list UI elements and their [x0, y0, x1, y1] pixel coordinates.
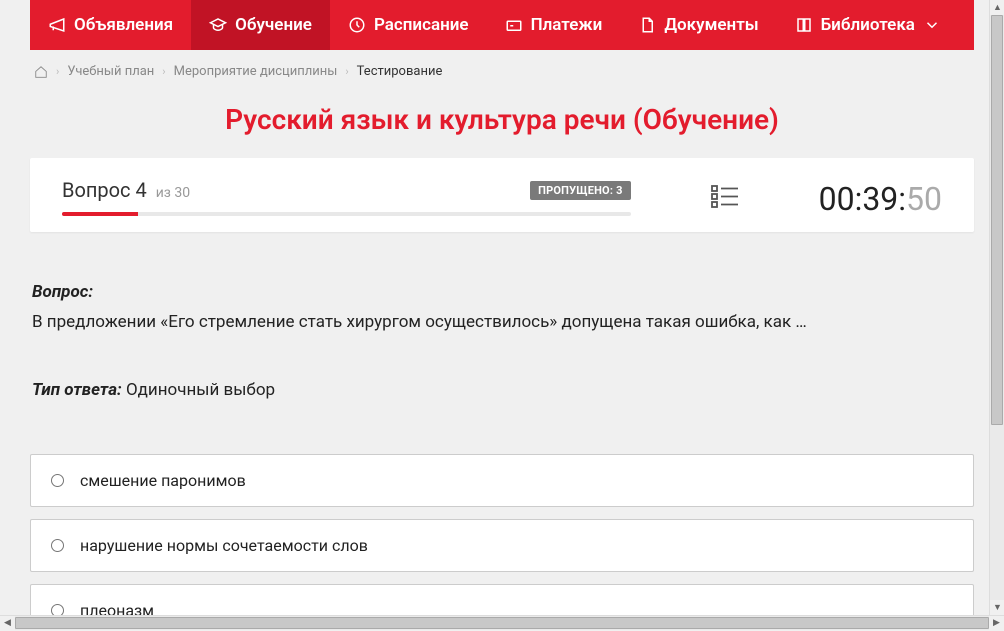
timer-main: 00:39: — [819, 180, 906, 218]
option-item[interactable]: плеоназм — [30, 584, 974, 616]
scroll-down-arrow[interactable]: ▼ — [990, 600, 1004, 615]
option-item[interactable]: нарушение нормы сочетаемости слов — [30, 519, 974, 572]
clock-icon — [348, 16, 366, 34]
graduation-cap-icon — [209, 16, 227, 34]
option-radio[interactable] — [51, 474, 64, 487]
progress-bar — [62, 212, 631, 216]
main-nav: Объявления Обучение Расписание Платежи Д… — [30, 0, 974, 50]
nav-payments[interactable]: Платежи — [487, 0, 621, 50]
question-number-label: Вопрос 4 — [62, 178, 152, 202]
nav-label: Библиотека — [821, 15, 915, 35]
timer: 00:39:50 — [819, 180, 942, 218]
nav-label: Обучение — [235, 15, 312, 35]
breadcrumb-item[interactable]: Мероприятие дисциплины — [174, 64, 338, 79]
option-radio[interactable] — [51, 604, 64, 616]
breadcrumb-current: Тестирование — [357, 64, 443, 79]
grid-list-icon — [711, 184, 739, 210]
question-text: В предложении «Его стремление стать хиру… — [32, 310, 972, 336]
quiz-panel: Вопрос 4 из 30 ПРОПУЩЕНО: 3 — [30, 158, 974, 232]
scroll-up-arrow[interactable]: ▲ — [990, 0, 1004, 15]
breadcrumb-item[interactable]: Учебный план — [67, 64, 154, 79]
scroll-left-arrow[interactable]: ◀ — [0, 616, 15, 631]
option-item[interactable]: смешение паронимов — [30, 454, 974, 507]
breadcrumb-separator: › — [345, 65, 348, 78]
options-list: смешение паронимов нарушение нормы сочет… — [30, 454, 974, 616]
nav-label: Объявления — [74, 15, 173, 35]
nav-announcements[interactable]: Объявления — [30, 0, 191, 50]
vertical-scrollbar[interactable]: ▲ ▼ — [989, 0, 1004, 615]
scroll-track[interactable] — [990, 15, 1004, 600]
option-label: нарушение нормы сочетаемости слов — [80, 536, 368, 555]
payment-icon — [505, 16, 523, 34]
scroll-thumb[interactable] — [15, 617, 989, 629]
document-icon — [638, 16, 656, 34]
question-grid-button[interactable] — [711, 184, 739, 214]
question-block: Вопрос: В предложении «Его стремление ст… — [30, 282, 974, 400]
scroll-track[interactable] — [15, 616, 989, 630]
nav-library[interactable]: Библиотека — [777, 0, 959, 50]
page-title: Русский язык и культура речи (Обучение) — [30, 103, 974, 136]
nav-label: Платежи — [531, 15, 603, 35]
chevron-down-icon — [923, 16, 941, 34]
option-label: смешение паронимов — [80, 471, 246, 490]
answer-type-label: Тип ответа: — [32, 380, 122, 400]
breadcrumb: › Учебный план › Мероприятие дисциплины … — [30, 50, 974, 93]
breadcrumb-separator: › — [162, 65, 165, 78]
scroll-right-arrow[interactable]: ▶ — [989, 616, 1004, 631]
breadcrumb-separator: › — [56, 65, 59, 78]
nav-documents[interactable]: Документы — [620, 0, 776, 50]
nav-schedule[interactable]: Расписание — [330, 0, 487, 50]
megaphone-icon — [48, 16, 66, 34]
skipped-badge: ПРОПУЩЕНО: 3 — [530, 181, 631, 200]
home-icon[interactable] — [34, 65, 48, 79]
question-heading: Вопрос: — [32, 282, 972, 302]
nav-label: Документы — [664, 15, 758, 35]
answer-type-value: Одиночный выбор — [126, 380, 275, 400]
nav-learning[interactable]: Обучение — [191, 0, 330, 50]
answer-type: Тип ответа: Одиночный выбор — [32, 380, 972, 400]
option-radio[interactable] — [51, 539, 64, 552]
book-icon — [795, 16, 813, 34]
progress-fill — [62, 212, 138, 216]
horizontal-scrollbar[interactable]: ◀ ▶ — [0, 615, 1004, 630]
option-label: плеоназм — [80, 601, 154, 616]
timer-seconds: 50 — [906, 180, 942, 218]
question-total: из 30 — [156, 185, 190, 201]
scroll-thumb[interactable] — [991, 15, 1003, 425]
nav-label: Расписание — [374, 15, 469, 35]
